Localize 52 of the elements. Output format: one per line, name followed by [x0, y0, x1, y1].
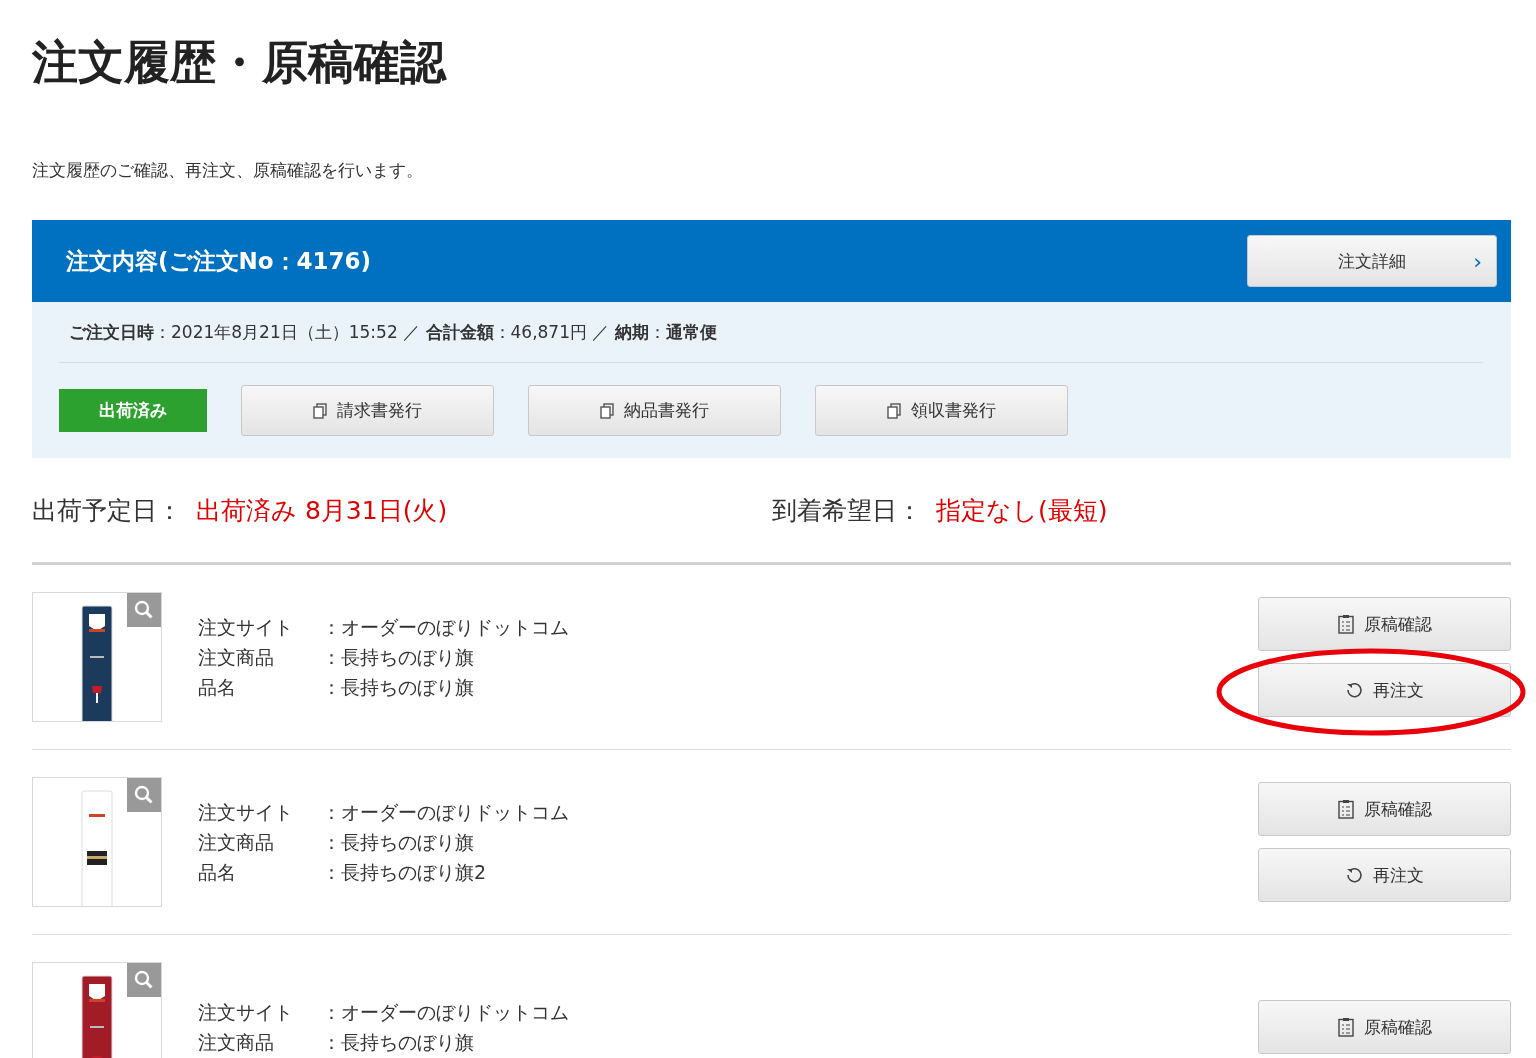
field-value: ：オーダーのぼりドットコム [322, 615, 569, 640]
field-label: 注文商品 [198, 830, 275, 855]
order-meta: ご注文日時：2021年8月21日（土）15:52 ／ 合計金額：46,871円 ／ 納期：通常便 [59, 302, 1483, 363]
reorder-button[interactable]: 再注文 [1258, 848, 1511, 902]
field-label: 注文サイト [198, 615, 294, 640]
proof-check-button[interactable]: 原稿確認 [1258, 1000, 1511, 1054]
ship-date-value: 出荷済み 8月31日(火) [196, 494, 448, 527]
field-label: 品名 [198, 675, 237, 700]
chevron-icon: › [1473, 248, 1482, 274]
document-icon [313, 402, 327, 419]
field-value: ：長持ちのぼり旗 [322, 1030, 474, 1055]
field-value: ：オーダーのぼりドットコム [322, 1000, 569, 1025]
zoom-button[interactable] [127, 593, 161, 627]
thumbnail-frame[interactable] [32, 962, 162, 1058]
clipboard-icon [1337, 1017, 1354, 1037]
reorder-button[interactable]: 再注文 [1258, 663, 1511, 717]
order-detail-button[interactable]: 注文詳細 › [1247, 235, 1497, 287]
field-label: 注文サイト [198, 1000, 294, 1025]
search-icon [134, 785, 154, 805]
proof-check-button[interactable]: 原稿確認 [1258, 597, 1511, 651]
ship-date-label: 出荷予定日： [32, 494, 182, 527]
order-heading: 注文内容(ご注文No：4176) [66, 246, 372, 276]
zoom-button[interactable] [127, 963, 161, 997]
thumbnail-frame[interactable] [32, 777, 162, 907]
field-value: ：長持ちのぼり旗 [322, 675, 474, 700]
field-value: ：オーダーのぼりドットコム [322, 800, 569, 825]
field-value: ：長持ちのぼり旗2 [322, 860, 487, 885]
search-icon [134, 600, 154, 620]
issue-document-button[interactable]: 領収書発行 [815, 385, 1068, 436]
page-title: 注文履歴・原稿確認 [32, 34, 448, 91]
document-icon [600, 402, 614, 419]
zoom-button[interactable] [127, 778, 161, 812]
document-icon [887, 402, 901, 419]
issue-document-button[interactable]: 納品書発行 [528, 385, 781, 436]
issue-document-button[interactable]: 請求書発行 [241, 385, 494, 436]
refresh-icon [1345, 681, 1363, 699]
search-icon [134, 970, 154, 990]
thumbnail-frame[interactable] [32, 592, 162, 722]
field-value: ：長持ちのぼり旗 [322, 830, 474, 855]
field-label: 品名 [198, 860, 237, 885]
field-value: ：長持ちのぼり旗 [322, 645, 474, 670]
arrival-date-label: 到着希望日： [772, 494, 922, 527]
refresh-icon [1345, 866, 1363, 884]
status-label: 出荷済み [59, 389, 207, 432]
clipboard-icon [1337, 614, 1354, 634]
arrival-date-value: 指定なし(最短) [936, 494, 1108, 527]
field-label: 注文商品 [198, 1030, 275, 1055]
page-description: 注文履歴のご確認、再注文、原稿確認を行います。 [32, 159, 424, 182]
clipboard-icon [1337, 799, 1354, 819]
proof-check-button[interactable]: 原稿確認 [1258, 782, 1511, 836]
field-label: 注文サイト [198, 800, 294, 825]
field-label: 注文商品 [198, 645, 275, 670]
